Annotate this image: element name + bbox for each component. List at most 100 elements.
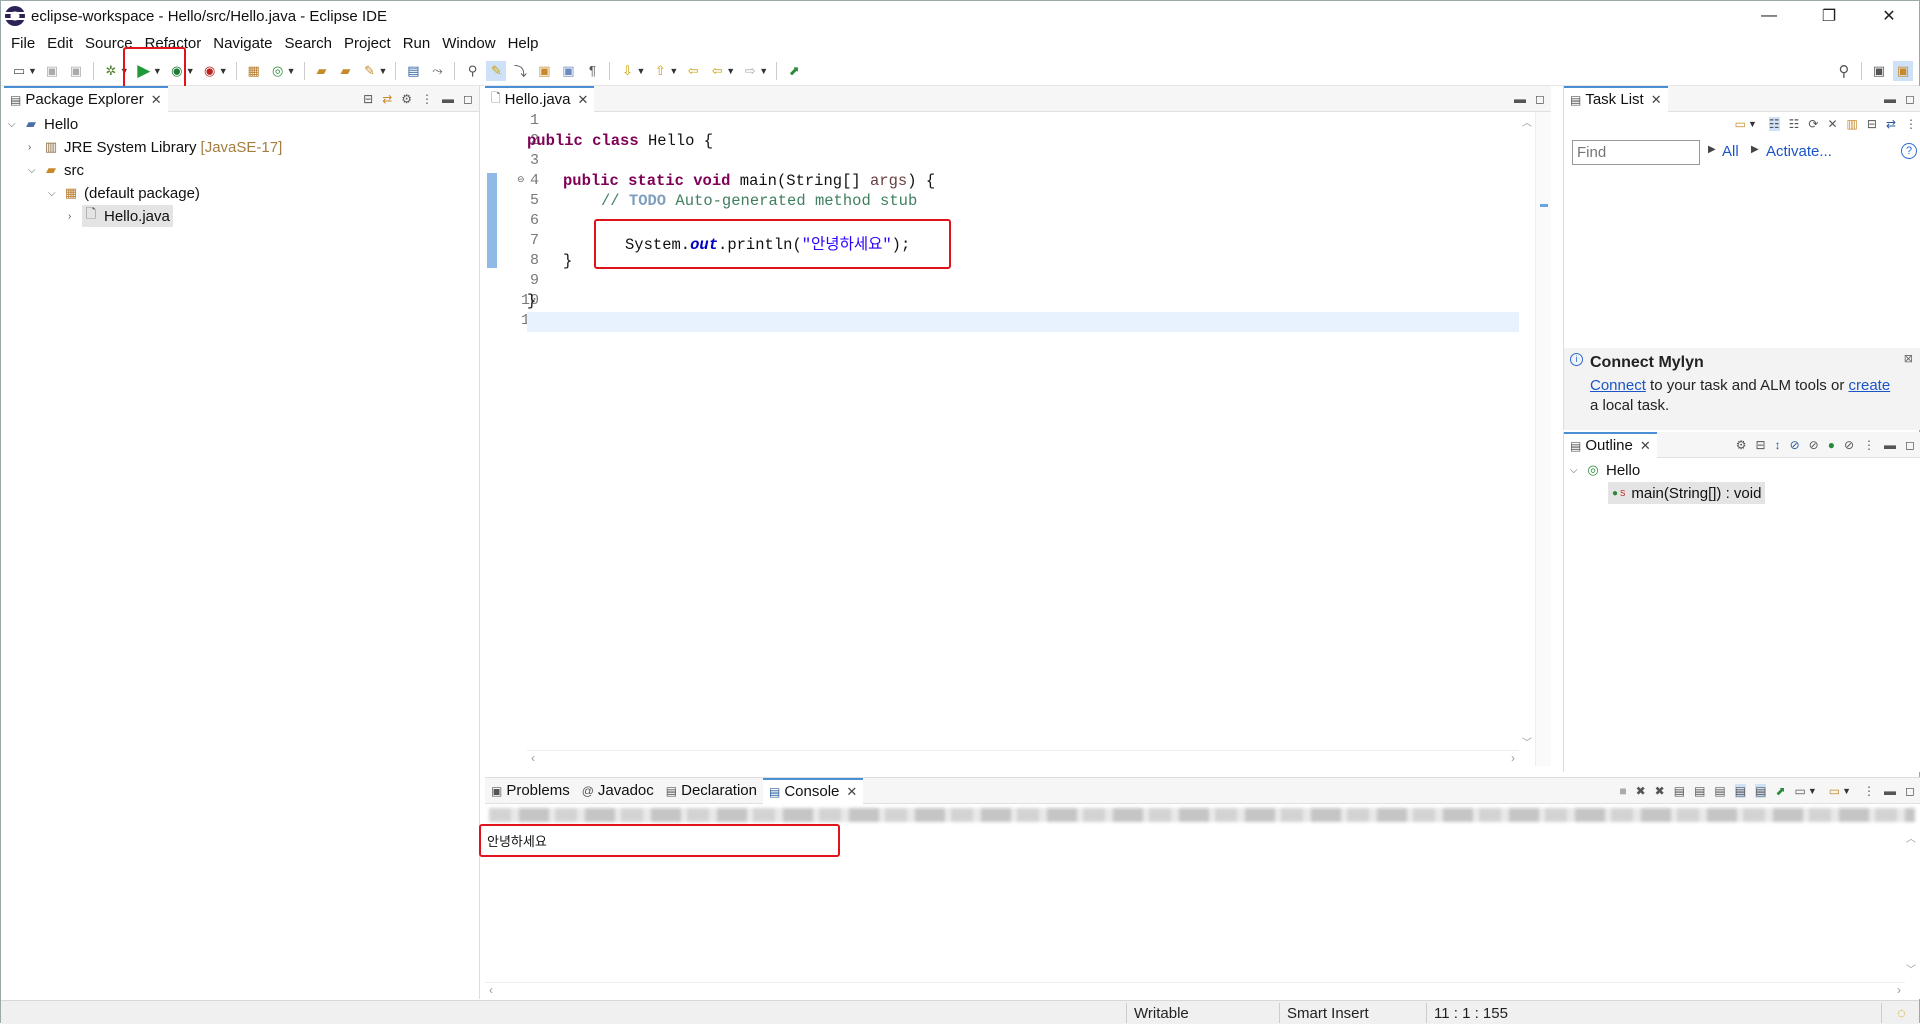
scroll-up-icon[interactable]: ︿ [1522, 114, 1532, 129]
open-console-dropdown-icon[interactable]: ▼ [1842, 786, 1851, 796]
hide-nonpublic-icon[interactable]: ● [1828, 438, 1835, 452]
minimize-view-icon[interactable]: ▬ [442, 92, 454, 106]
next-annotation-icon[interactable]: ▣ [534, 61, 554, 81]
show-whitespace-icon[interactable]: ¶ [582, 61, 602, 81]
hide-completed-icon[interactable]: ▥ [1847, 117, 1858, 131]
menu-run[interactable]: Run [397, 35, 437, 52]
prev-annotation-icon[interactable]: ▣ [558, 61, 578, 81]
new-java-package-icon[interactable]: ▦ [244, 61, 264, 81]
console-horizontal-scrollbar[interactable]: ‹ › [485, 982, 1905, 998]
close-icon[interactable]: ✕ [846, 784, 857, 800]
scroll-right-icon[interactable]: › [1897, 983, 1901, 997]
close-icon[interactable]: ✕ [578, 92, 589, 108]
minimize-button[interactable]: — [1739, 1, 1799, 31]
categorized-icon[interactable]: ☷ [1768, 117, 1780, 131]
status-cursor-position[interactable]: 11 : 1 : 155 [1434, 1005, 1508, 1022]
menu-edit[interactable]: Edit [41, 35, 79, 52]
tree-item-hello-project[interactable]: ⌵ ▰ Hello [8, 113, 78, 135]
minimize-view-icon[interactable]: ▬ [1884, 92, 1896, 106]
scheduled-icon[interactable]: ☷ [1789, 117, 1800, 131]
hide-static-icon[interactable]: ⊘ [1809, 438, 1819, 452]
maximize-view-icon[interactable]: ◻ [1905, 438, 1915, 452]
pin-console-icon[interactable]: ⬈ [1775, 784, 1785, 798]
collapse-all-icon[interactable]: ⊟ [1867, 117, 1877, 131]
maximize-view-icon[interactable]: ◻ [463, 92, 473, 106]
tree-item-jre-library[interactable]: › ▥ JRE System Library [JavaSE-17] [28, 136, 282, 158]
scroll-up-icon[interactable]: ︿ [1906, 830, 1916, 845]
java-perspective-icon[interactable]: ▣ [1893, 60, 1913, 81]
tab-console[interactable]: ▤ Console ✕ [762, 777, 864, 804]
tree-item-hello-java[interactable]: › 🗋 Hello.java [68, 205, 173, 227]
tree-item-default-package[interactable]: ⌵ ▦ (default package) [48, 182, 200, 204]
minimize-view-icon[interactable]: ▬ [1884, 784, 1896, 798]
focus-icon[interactable]: ✕ [1827, 117, 1837, 131]
filters-icon[interactable]: ⚙ [401, 92, 412, 106]
save-icon[interactable]: ▣ [42, 61, 62, 81]
new-icon[interactable]: ▭ [9, 61, 29, 81]
chevron-down-icon[interactable]: ⌵ [1570, 465, 1584, 476]
terminate-icon[interactable]: ■ [1619, 784, 1626, 798]
close-icon[interactable]: ✕ [151, 92, 162, 108]
new-task-dropdown-icon[interactable]: ▼ [1748, 119, 1757, 129]
filter-all-link[interactable]: All [1722, 143, 1739, 160]
task-find-input[interactable] [1572, 140, 1700, 165]
open-type-icon[interactable]: ▰ [312, 61, 332, 81]
skip-breakpoints-icon[interactable]: ⤳ [427, 61, 447, 81]
chevron-down-icon[interactable]: ⌵ [8, 119, 22, 130]
tab-outline[interactable]: ▤ Outline ✕ [1564, 431, 1657, 458]
link-with-editor-icon[interactable]: ⇄ [382, 92, 392, 106]
display-console-icon[interactable]: ▭ [1795, 784, 1806, 798]
minimize-view-icon[interactable]: ▬ [1514, 92, 1526, 106]
close-button[interactable]: ✕ [1859, 1, 1919, 31]
coverage-dropdown-icon[interactable]: ▼ [186, 66, 195, 76]
open-perspective-icon[interactable]: ▣ [1869, 61, 1889, 81]
previous-edit-dropdown-icon[interactable]: ▼ [669, 66, 678, 76]
connect-link[interactable]: Connect [1590, 377, 1646, 394]
previous-edit-icon[interactable]: ⇧ [650, 61, 670, 81]
word-wrap-icon[interactable]: ▤ [1714, 784, 1725, 798]
menu-help[interactable]: Help [502, 35, 545, 52]
search-dropdown-icon[interactable]: ▼ [379, 66, 388, 76]
tab-javadoc[interactable]: @ Javadoc [576, 778, 660, 804]
search-tool-icon[interactable]: ✎ [360, 61, 380, 81]
show-on-stdout-icon[interactable]: ▤ [1734, 783, 1747, 798]
toggle-mark-occurrences-icon[interactable]: ⚲ [462, 61, 482, 81]
scroll-lock-icon[interactable]: ▤ [1694, 784, 1705, 798]
link-icon[interactable]: ⇄ [1886, 117, 1896, 131]
new-class-dropdown-icon[interactable]: ▼ [287, 66, 296, 76]
chevron-down-icon[interactable]: ⌵ [48, 188, 62, 199]
external-tools-icon[interactable]: ◉ [200, 61, 220, 81]
view-menu-icon[interactable]: ⋮ [1863, 438, 1875, 452]
clear-console-icon[interactable]: ▤ [1674, 784, 1685, 798]
toggle-highlight-icon[interactable]: ✎ [486, 60, 507, 81]
forward-dropdown-icon[interactable]: ▼ [759, 66, 768, 76]
open-folder-icon[interactable]: ▰ [336, 61, 356, 81]
close-icon[interactable]: ⊠ [1904, 352, 1913, 365]
open-console-icon[interactable]: ▭ [1829, 784, 1840, 798]
hide-local-types-icon[interactable]: ⊘ [1844, 438, 1854, 452]
tab-hello-java[interactable]: 🗋 Hello.java ✕ [485, 85, 595, 112]
menu-project[interactable]: Project [338, 35, 397, 52]
new-task-icon[interactable]: ▭ [1735, 117, 1746, 131]
debug-icon[interactable]: ✲ [101, 61, 121, 81]
status-insert-mode[interactable]: Smart Insert [1287, 1005, 1369, 1022]
close-icon[interactable]: ✕ [1640, 438, 1651, 454]
display-console-dropdown-icon[interactable]: ▼ [1808, 786, 1817, 796]
next-edit-icon[interactable]: ⇩ [617, 61, 637, 81]
scroll-down-icon[interactable]: ﹀ [1522, 734, 1532, 749]
code-area[interactable]: public class Hello { public static void … [465, 112, 1535, 612]
maximize-view-icon[interactable]: ◻ [1905, 784, 1915, 798]
minimize-view-icon[interactable]: ▬ [1884, 438, 1896, 452]
close-icon[interactable]: ✕ [1651, 92, 1662, 108]
menu-window[interactable]: Window [436, 35, 501, 52]
back-icon[interactable]: ⇦ [707, 61, 727, 81]
scroll-left-icon[interactable]: ‹ [531, 751, 535, 765]
last-edit-location-icon[interactable]: ⇦ [683, 61, 703, 81]
outline-item-method[interactable]: ● S main(String[]) : void [1608, 482, 1766, 504]
chevron-right-icon[interactable]: › [68, 211, 82, 222]
scroll-left-icon[interactable]: ‹ [489, 983, 493, 997]
hide-fields-icon[interactable]: ⊘ [1790, 438, 1800, 452]
remove-all-launches-icon[interactable]: ✖ [1655, 784, 1665, 798]
scroll-down-icon[interactable]: ﹀ [1906, 961, 1916, 976]
save-all-icon[interactable]: ▣ [66, 61, 86, 81]
